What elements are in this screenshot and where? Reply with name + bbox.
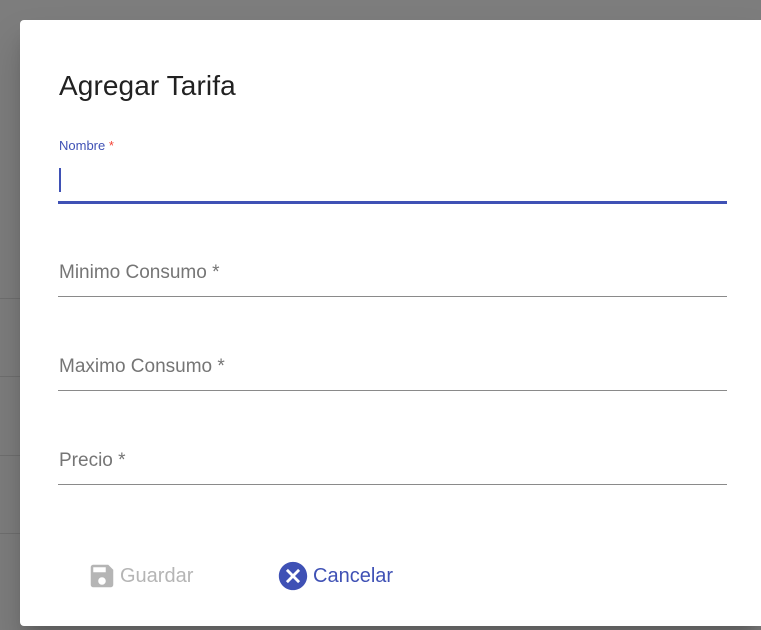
minimo-consumo-input[interactable] [58, 259, 728, 287]
nombre-label-text: Nombre [59, 138, 106, 153]
nombre-field[interactable]: Nombre * [58, 138, 728, 208]
minimo-consumo-underline [58, 296, 727, 297]
floppy-disk-icon [87, 561, 117, 591]
maximo-consumo-underline [58, 390, 727, 391]
maximo-consumo-field[interactable] [58, 346, 728, 392]
required-marker: * [108, 138, 114, 153]
save-button[interactable]: Guardar [87, 560, 193, 592]
backdrop-table-divider [0, 533, 20, 534]
nombre-input[interactable] [58, 164, 728, 192]
backdrop-table-divider [0, 298, 20, 299]
cancel-button-label: Cancelar [313, 564, 394, 587]
cancel-circle-icon [276, 559, 310, 593]
text-caret [59, 168, 61, 192]
nombre-underline [58, 201, 727, 204]
backdrop-table-divider [0, 376, 20, 377]
minimo-consumo-field[interactable] [58, 252, 728, 298]
save-button-label: Guardar [120, 564, 194, 587]
add-tariff-dialog: Agregar Tarifa Nombre * Guardar [20, 20, 761, 626]
cancel-button[interactable]: Cancelar [276, 560, 393, 592]
nombre-label: Nombre * [59, 138, 114, 153]
maximo-consumo-input[interactable] [58, 353, 728, 381]
precio-field[interactable] [58, 440, 728, 486]
backdrop-table-divider [0, 455, 20, 456]
dialog-title: Agregar Tarifa [59, 70, 236, 101]
precio-input[interactable] [58, 447, 728, 475]
precio-underline [58, 484, 727, 485]
